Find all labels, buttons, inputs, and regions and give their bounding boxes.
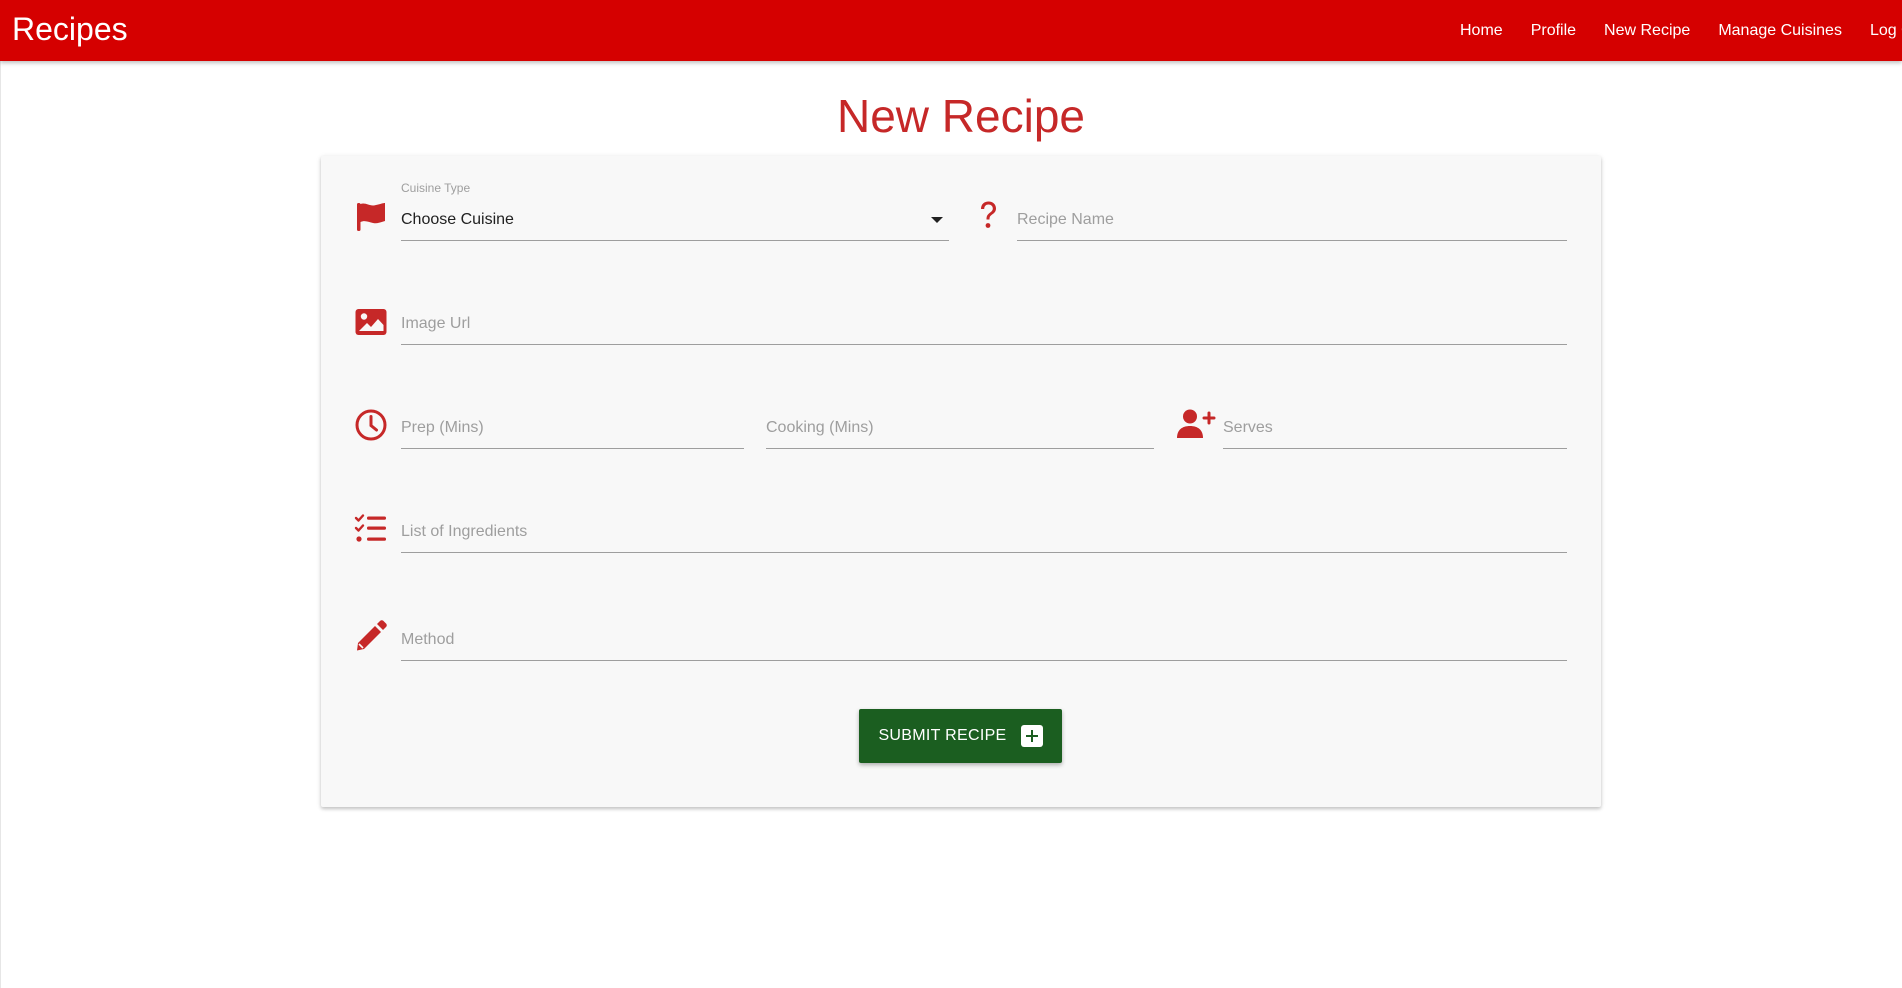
image-url-placeholder: Image Url (401, 315, 471, 332)
serves-underline (1223, 448, 1567, 449)
submit-recipe-label: SUBMIT RECIPE (878, 727, 1007, 744)
flag-icon (354, 200, 388, 234)
page-left-edge (0, 0, 1, 988)
nav-link-new-recipe[interactable]: New Recipe (1590, 22, 1704, 40)
nav-link-log-out[interactable]: Log Out (1856, 22, 1902, 40)
cooking-mins-underline (766, 448, 1154, 449)
method-underline (401, 660, 1567, 661)
method-field[interactable]: Method (401, 601, 1567, 661)
cuisine-select[interactable]: Cuisine Type Choose Cuisine (401, 181, 949, 241)
nav-link-profile[interactable]: Profile (1517, 22, 1590, 40)
clock-icon (354, 408, 388, 442)
navbar: Recipes Home Profile New Recipe Manage C… (0, 0, 1902, 61)
ingredients-placeholder: List of Ingredients (401, 523, 528, 540)
page-title: New Recipe (837, 90, 1085, 142)
cooking-mins-field[interactable]: Cooking (Mins) (766, 389, 1154, 449)
ingredients-field[interactable]: List of Ingredients (401, 493, 1567, 553)
user-plus-icon (1176, 407, 1216, 441)
ingredients-underline (401, 552, 1567, 553)
brand-logo[interactable]: Recipes (12, 9, 128, 49)
nav-link-manage-cuisines[interactable]: Manage Cuisines (1704, 22, 1856, 40)
submit-recipe-button[interactable]: SUBMIT RECIPE (859, 709, 1062, 763)
cuisine-selected-value: Choose Cuisine (401, 211, 514, 228)
image-url-underline (401, 344, 1567, 345)
recipe-name-field[interactable]: Recipe Name (1017, 181, 1567, 241)
chevron-down-icon (931, 217, 943, 223)
prep-mins-field[interactable]: Prep (Mins) (401, 389, 744, 449)
nav-link-home[interactable]: Home (1446, 22, 1517, 40)
pencil-icon (354, 619, 388, 653)
recipe-name-placeholder: Recipe Name (1017, 211, 1114, 228)
checklist-icon (354, 512, 388, 546)
new-recipe-form-card: Cuisine Type Choose Cuisine Recipe Name … (321, 156, 1601, 807)
serves-placeholder: Serves (1223, 419, 1273, 436)
cuisine-type-label: Cuisine Type (401, 181, 471, 195)
method-placeholder: Method (401, 631, 455, 648)
cooking-mins-placeholder: Cooking (Mins) (766, 419, 874, 436)
image-url-field[interactable]: Image Url (401, 285, 1567, 345)
question-icon (971, 198, 1005, 232)
prep-mins-placeholder: Prep (Mins) (401, 419, 484, 436)
image-icon (354, 305, 388, 339)
cuisine-underline (401, 240, 949, 241)
plus-square-icon (1020, 725, 1043, 747)
nav-links: Home Profile New Recipe Manage Cuisines … (1446, 0, 1902, 61)
recipe-name-underline (1017, 240, 1567, 241)
prep-mins-underline (401, 448, 744, 449)
serves-field[interactable]: Serves (1223, 389, 1567, 449)
